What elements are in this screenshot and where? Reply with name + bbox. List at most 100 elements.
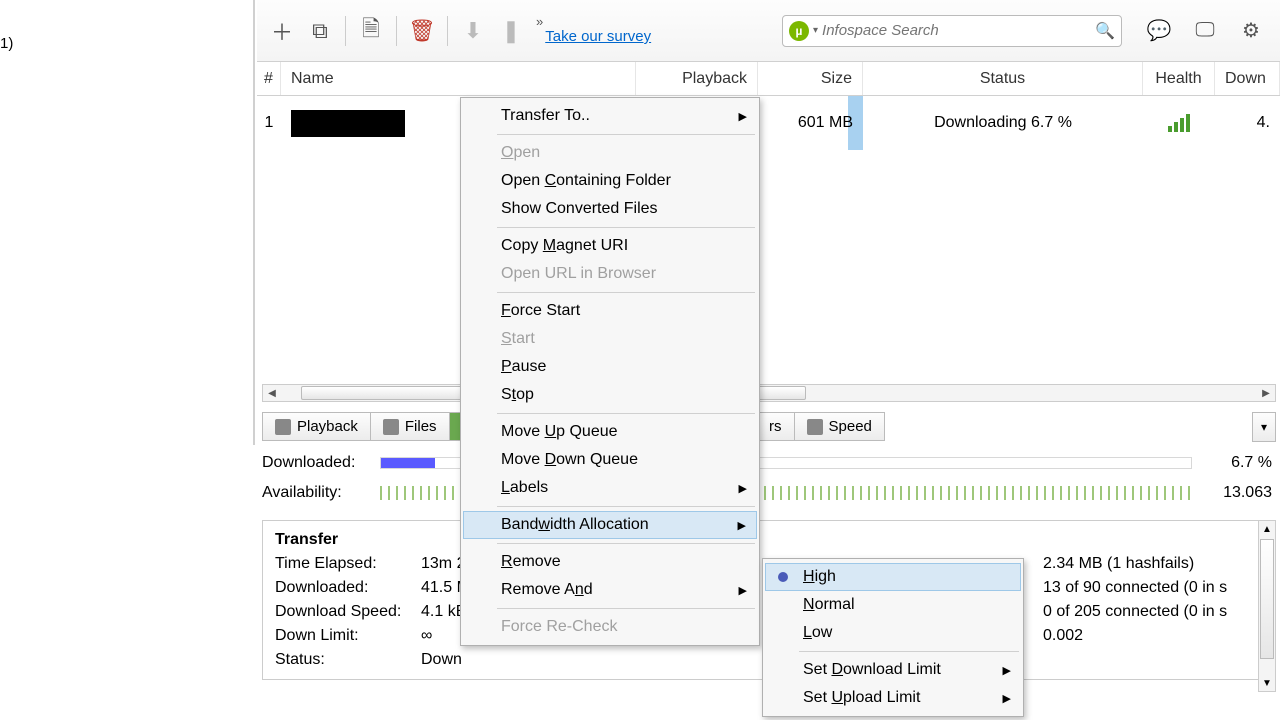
ctx-set-dl-limit[interactable]: Set Download Limit▶ bbox=[765, 656, 1021, 684]
chevron-right-icon: ▶ bbox=[738, 519, 746, 532]
separator bbox=[497, 506, 755, 507]
separator bbox=[396, 16, 397, 46]
col-name[interactable]: Name bbox=[281, 62, 636, 95]
ctx-pause[interactable]: Pause bbox=[463, 353, 757, 381]
bandwidth-submenu[interactable]: High Normal Low Set Download Limit▶ Set … bbox=[762, 558, 1024, 717]
horizontal-scrollbar[interactable]: ◀ ▶ bbox=[262, 384, 1276, 402]
row-down: 4. bbox=[1215, 96, 1280, 150]
progress-fill bbox=[381, 458, 435, 468]
ctx-labels[interactable]: Labels▶ bbox=[463, 474, 757, 502]
availability-value: 13.063 bbox=[1202, 484, 1272, 502]
ctx-move-up[interactable]: Move Up Queue bbox=[463, 418, 757, 446]
more-icon[interactable]: » bbox=[536, 14, 543, 29]
chevron-right-icon: ▶ bbox=[739, 584, 747, 597]
pause-button[interactable]: ❚ bbox=[492, 12, 530, 50]
delete-button[interactable]: 🗑 bbox=[403, 12, 441, 50]
scrollbar-thumb[interactable] bbox=[1260, 539, 1274, 659]
search-input[interactable] bbox=[822, 22, 1095, 39]
ctx-move-down[interactable]: Move Down Queue bbox=[463, 446, 757, 474]
chat-icon[interactable]: 💬 bbox=[1140, 12, 1178, 50]
add-button[interactable]: ＋ bbox=[263, 12, 301, 50]
ctx-start: Start bbox=[463, 325, 757, 353]
ctx-low[interactable]: Low bbox=[765, 619, 1021, 647]
ctx-open: Open bbox=[463, 139, 757, 167]
row-size: 601 MB bbox=[758, 96, 863, 150]
search-box[interactable]: µ ▾ 🔍 bbox=[782, 15, 1122, 47]
availability-label: Availability: bbox=[262, 484, 370, 502]
gear-icon[interactable]: ⚙ bbox=[1232, 12, 1270, 50]
ctx-bandwidth[interactable]: Bandwidth Allocation▶ bbox=[463, 511, 757, 539]
time-elapsed-label: Time Elapsed: bbox=[275, 555, 421, 573]
toolbar: ＋ ⧉ 🗎 🗑 ⬇ ❚ » Take our survey µ ▾ 🔍 💬 🖵 … bbox=[257, 0, 1280, 62]
ctx-normal[interactable]: Normal bbox=[765, 591, 1021, 619]
ctx-copy-magnet[interactable]: Copy Magnet URI bbox=[463, 232, 757, 260]
seeds-value: 13 of 90 connected (0 in s bbox=[1043, 579, 1263, 597]
row-status: Downloading 6.7 % bbox=[863, 96, 1143, 150]
vertical-scrollbar[interactable]: ▲ ▼ bbox=[1258, 520, 1276, 692]
separator bbox=[497, 227, 755, 228]
chevron-right-icon: ▶ bbox=[1003, 664, 1011, 677]
ctx-open-folder[interactable]: Open Containing Folder bbox=[463, 167, 757, 195]
progress-percent: 6.7 % bbox=[1202, 454, 1272, 472]
sidebar: 1) bbox=[0, 0, 255, 445]
add-link-button[interactable]: ⧉ bbox=[301, 12, 339, 50]
survey-link[interactable]: Take our survey bbox=[545, 28, 651, 45]
wasted-value: 2.34 MB (1 hashfails) bbox=[1043, 555, 1263, 573]
scroll-up-icon[interactable]: ▲ bbox=[1259, 521, 1275, 537]
col-num[interactable]: # bbox=[257, 62, 281, 95]
ctx-set-ul-limit[interactable]: Set Upload Limit▶ bbox=[765, 684, 1021, 712]
tab-speed[interactable]: Speed bbox=[794, 412, 885, 441]
info-section: Downloaded: 6.7 % Availability: 13.063 bbox=[262, 448, 1272, 508]
sidebar-count: 1) bbox=[0, 35, 13, 52]
tab-trackers[interactable]: rs bbox=[756, 412, 795, 441]
row-health bbox=[1143, 96, 1215, 150]
speed-icon bbox=[807, 419, 823, 435]
ctx-remove[interactable]: Remove bbox=[463, 548, 757, 576]
peers-value: 0 of 205 connected (0 in s bbox=[1043, 603, 1263, 621]
create-button[interactable]: 🗎 bbox=[352, 12, 390, 50]
chevron-right-icon: ▶ bbox=[739, 482, 747, 495]
column-headers: # Name Playback Size Status Health Down bbox=[257, 62, 1280, 96]
caret-down-icon[interactable]: ▾ bbox=[813, 25, 818, 36]
ctx-transfer-to[interactable]: Transfer To..▶ bbox=[463, 102, 757, 130]
ctx-remove-and[interactable]: Remove And▶ bbox=[463, 576, 757, 604]
tabs-dropdown[interactable]: ▾ bbox=[1252, 412, 1276, 442]
start-button[interactable]: ⬇ bbox=[454, 12, 492, 50]
dlspeed-label: Download Speed: bbox=[275, 603, 421, 621]
chevron-right-icon: ▶ bbox=[1003, 692, 1011, 705]
separator bbox=[497, 134, 755, 135]
col-status[interactable]: Status bbox=[863, 62, 1143, 95]
playback-icon bbox=[275, 419, 291, 435]
col-down[interactable]: Down bbox=[1215, 62, 1280, 95]
ctx-force-start[interactable]: Force Start bbox=[463, 297, 757, 325]
separator bbox=[497, 608, 755, 609]
remote-icon[interactable]: 🖵 bbox=[1186, 12, 1224, 50]
context-menu[interactable]: Transfer To..▶ Open Open Containing Fold… bbox=[460, 97, 760, 646]
redacted-name bbox=[291, 110, 405, 137]
health-bars-icon bbox=[1168, 114, 1190, 132]
detail-tabs: Playback Files bbox=[262, 412, 474, 441]
torrent-row[interactable]: 1 601 MB Downloading 6.7 % 4. bbox=[257, 96, 1280, 150]
status-label: Status: bbox=[275, 651, 421, 669]
separator bbox=[447, 16, 448, 46]
col-size[interactable]: Size bbox=[758, 62, 863, 95]
tab-playback[interactable]: Playback bbox=[262, 412, 371, 441]
ctx-force-recheck: Force Re-Check bbox=[463, 613, 757, 641]
row-num: 1 bbox=[257, 96, 281, 150]
downloaded-label: Downloaded: bbox=[262, 454, 370, 472]
ctx-stop[interactable]: Stop bbox=[463, 381, 757, 409]
ctx-show-converted[interactable]: Show Converted Files bbox=[463, 195, 757, 223]
search-icon[interactable]: 🔍 bbox=[1095, 21, 1115, 41]
transfer-header: Transfer bbox=[263, 521, 1275, 555]
col-playback[interactable]: Playback bbox=[636, 62, 758, 95]
utorrent-logo-icon: µ bbox=[789, 21, 809, 41]
scroll-down-icon[interactable]: ▼ bbox=[1259, 675, 1275, 691]
tab-files[interactable]: Files bbox=[370, 412, 450, 441]
ctx-high[interactable]: High bbox=[765, 563, 1021, 591]
scroll-right-icon[interactable]: ▶ bbox=[1257, 385, 1275, 401]
col-health[interactable]: Health bbox=[1143, 62, 1215, 95]
ratio-value: 0.002 bbox=[1043, 627, 1263, 645]
scroll-left-icon[interactable]: ◀ bbox=[263, 385, 281, 401]
downlimit-label: Down Limit: bbox=[275, 627, 421, 645]
separator bbox=[497, 543, 755, 544]
